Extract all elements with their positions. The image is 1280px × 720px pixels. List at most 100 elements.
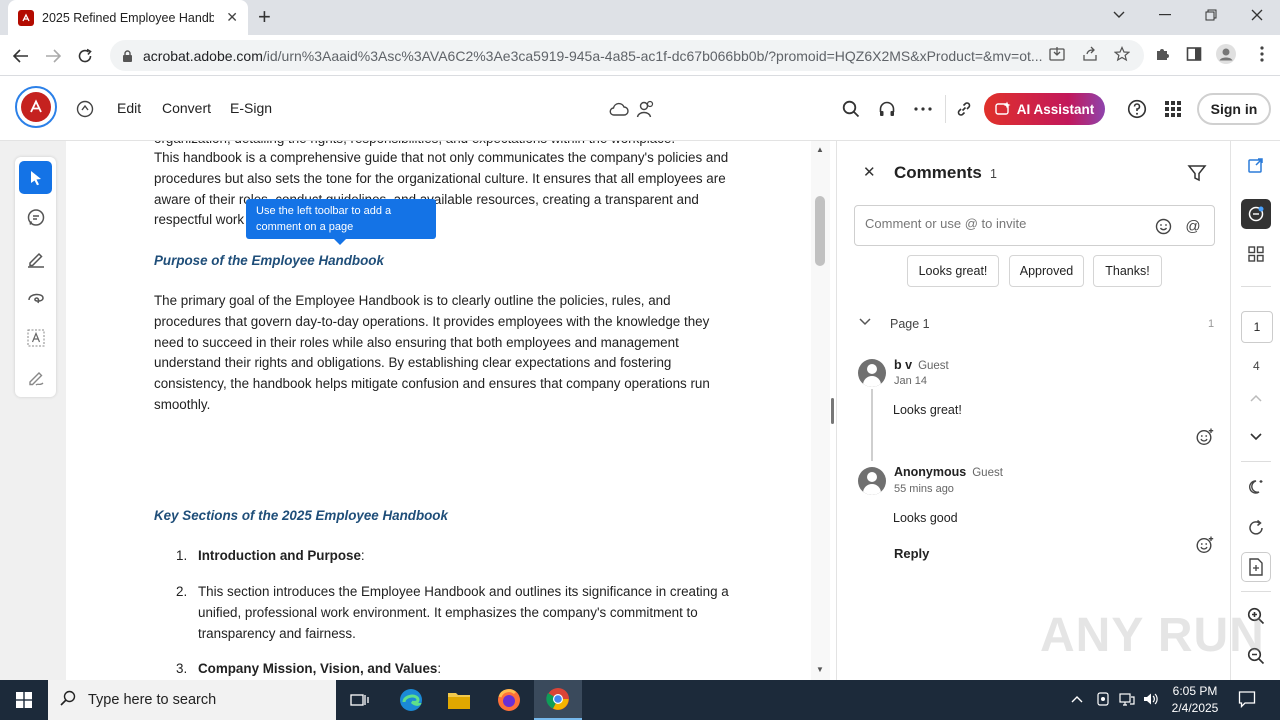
filter-icon[interactable] [1187,163,1209,185]
list-item: Introduction and Purpose: [198,546,738,567]
notifications-icon[interactable] [1238,690,1256,711]
profile-avatar-icon[interactable] [1215,43,1237,65]
tab-search-icon[interactable] [1096,0,1142,30]
page-group-label[interactable]: Page 1 [890,317,930,331]
url-field[interactable]: acrobat.adobe.com/id/urn%3Aaaid%3Asc%3AV… [110,40,1144,71]
taskbar-search-icon [60,690,76,710]
reload-icon[interactable] [72,43,98,69]
page-fit-icon[interactable] [1241,552,1271,582]
ai-sparkle-icon [995,101,1011,115]
back-icon[interactable] [8,43,34,69]
select-tool-cursor-icon[interactable] [19,161,52,194]
task-view-icon[interactable] [336,680,384,720]
share-icon[interactable] [1080,44,1100,64]
next-page-chevron-down-icon[interactable] [1241,422,1271,452]
chrome-menu-icon[interactable] [1251,43,1273,65]
copy-link-icon[interactable] [952,97,976,121]
tray-show-hidden-icon[interactable] [1071,691,1083,706]
chrome-taskbar-icon[interactable] [534,680,582,720]
tray-security-icon[interactable] [1096,691,1110,710]
document-scrollbar[interactable]: ▲ ▼ [811,141,830,680]
add-reaction-icon[interactable] [1195,535,1215,555]
sign-tool-icon[interactable] [19,361,52,394]
bookmark-star-icon[interactable] [1112,44,1132,64]
extensions-puzzle-icon[interactable] [1151,43,1173,65]
list-item: Company Mission, Vision, and Values: [198,659,738,680]
page-group-chevron-down-icon[interactable] [859,315,871,329]
comment-input-box[interactable]: @ [854,205,1215,246]
right-rail: 1 4 [1230,141,1280,680]
add-text-tool-icon[interactable] [19,321,52,354]
restore-icon[interactable] [1188,0,1234,30]
edge-browser-icon[interactable] [387,680,435,720]
comment-input[interactable] [865,216,1135,231]
scroll-down-arrow-icon[interactable]: ▼ [816,665,824,674]
clock-date: 2/4/2025 [1171,701,1219,715]
tab-close-icon[interactable]: ✕ [226,9,238,26]
add-reaction-icon[interactable] [1195,427,1215,447]
mention-at-icon[interactable]: @ [1183,216,1203,236]
side-panel-icon[interactable] [1183,43,1205,65]
previous-page-chevron-up-icon[interactable] [1241,383,1271,413]
export-pdf-icon[interactable] [1241,150,1271,180]
doc-paragraph-purpose: The primary goal of the Employee Handboo… [154,293,710,412]
taskbar-search-box[interactable]: Type here to search [48,680,336,720]
taskbar-clock[interactable]: 6:05 PM 2/4/2025 [1160,683,1230,717]
tray-volume-icon[interactable] [1142,691,1158,710]
help-icon[interactable] [1125,97,1149,121]
forward-icon[interactable] [40,43,66,69]
comments-rail-icon[interactable] [1241,199,1271,229]
file-explorer-icon[interactable] [435,680,483,720]
scroll-up-arrow-icon[interactable]: ▲ [816,145,824,154]
read-aloud-headphones-icon[interactable] [875,97,899,121]
menu-esign[interactable]: E-Sign [230,100,272,116]
tray-network-icon[interactable] [1119,691,1135,710]
close-comments-icon[interactable]: ✕ [863,163,876,181]
highlight-pen-tool-icon[interactable] [19,241,52,274]
sign-in-button[interactable]: Sign in [1197,93,1271,125]
browser-tab-strip: 2025 Refined Employee Handbook ✕ + [0,0,1280,35]
share-people-icon[interactable] [634,97,658,121]
comment-author: b v Guest [894,358,949,372]
toolbar-divider [945,95,946,123]
url-text: acrobat.adobe.com/id/urn%3Aaaid%3Asc%3AV… [143,48,1043,64]
emoji-icon[interactable] [1153,216,1173,236]
quick-reply-approved[interactable]: Approved [1009,255,1084,287]
all-tools-icon[interactable] [73,97,97,121]
acrobat-logo[interactable] [15,86,57,128]
scrollbar-thumb[interactable] [815,196,825,266]
quick-reply-thanks[interactable]: Thanks! [1093,255,1162,287]
address-bar: acrobat.adobe.com/id/urn%3Aaaid%3Asc%3AV… [0,35,1280,76]
comment-author-name: Anonymous [894,465,967,479]
search-icon[interactable] [839,97,863,121]
windows-start-icon[interactable] [0,680,48,720]
add-comment-tool-icon[interactable] [19,201,52,234]
firefox-icon[interactable] [485,680,533,720]
avatar [858,359,886,387]
quick-reply-looks-great[interactable]: Looks great! [907,255,999,287]
pdf-page[interactable]: organization, detailing the rights, resp… [66,141,811,680]
more-options-icon[interactable] [911,97,935,121]
menu-convert[interactable]: Convert [162,100,211,116]
dark-mode-icon[interactable] [1241,472,1271,502]
acrobat-favicon-icon [18,9,34,26]
menu-edit[interactable]: Edit [117,100,141,116]
list-item-suffix: : [360,548,365,563]
reply-button[interactable]: Reply [894,546,929,561]
apps-grid-icon[interactable] [1161,97,1185,121]
close-window-icon[interactable] [1234,0,1280,30]
ai-assistant-button[interactable]: AI Assistant [984,93,1105,125]
new-tab-icon[interactable]: + [258,5,271,29]
cloud-icon[interactable] [607,97,631,121]
browser-tab[interactable]: 2025 Refined Employee Handbook ✕ [8,0,248,35]
panel-resize-handle[interactable] [831,398,834,424]
rotate-icon[interactable] [1241,513,1271,543]
current-page-field[interactable]: 1 [1241,311,1273,343]
thumbnails-icon[interactable] [1241,239,1271,269]
comment-author-role: Guest [918,360,949,372]
comments-panel: ✕ Comments 1 @ Looks great! Approved Tha… [836,141,1229,680]
minimize-icon[interactable] [1142,0,1188,30]
install-app-icon[interactable] [1047,44,1067,64]
freehand-draw-tool-icon[interactable] [19,281,52,314]
tab-title: 2025 Refined Employee Handbook [42,10,214,25]
